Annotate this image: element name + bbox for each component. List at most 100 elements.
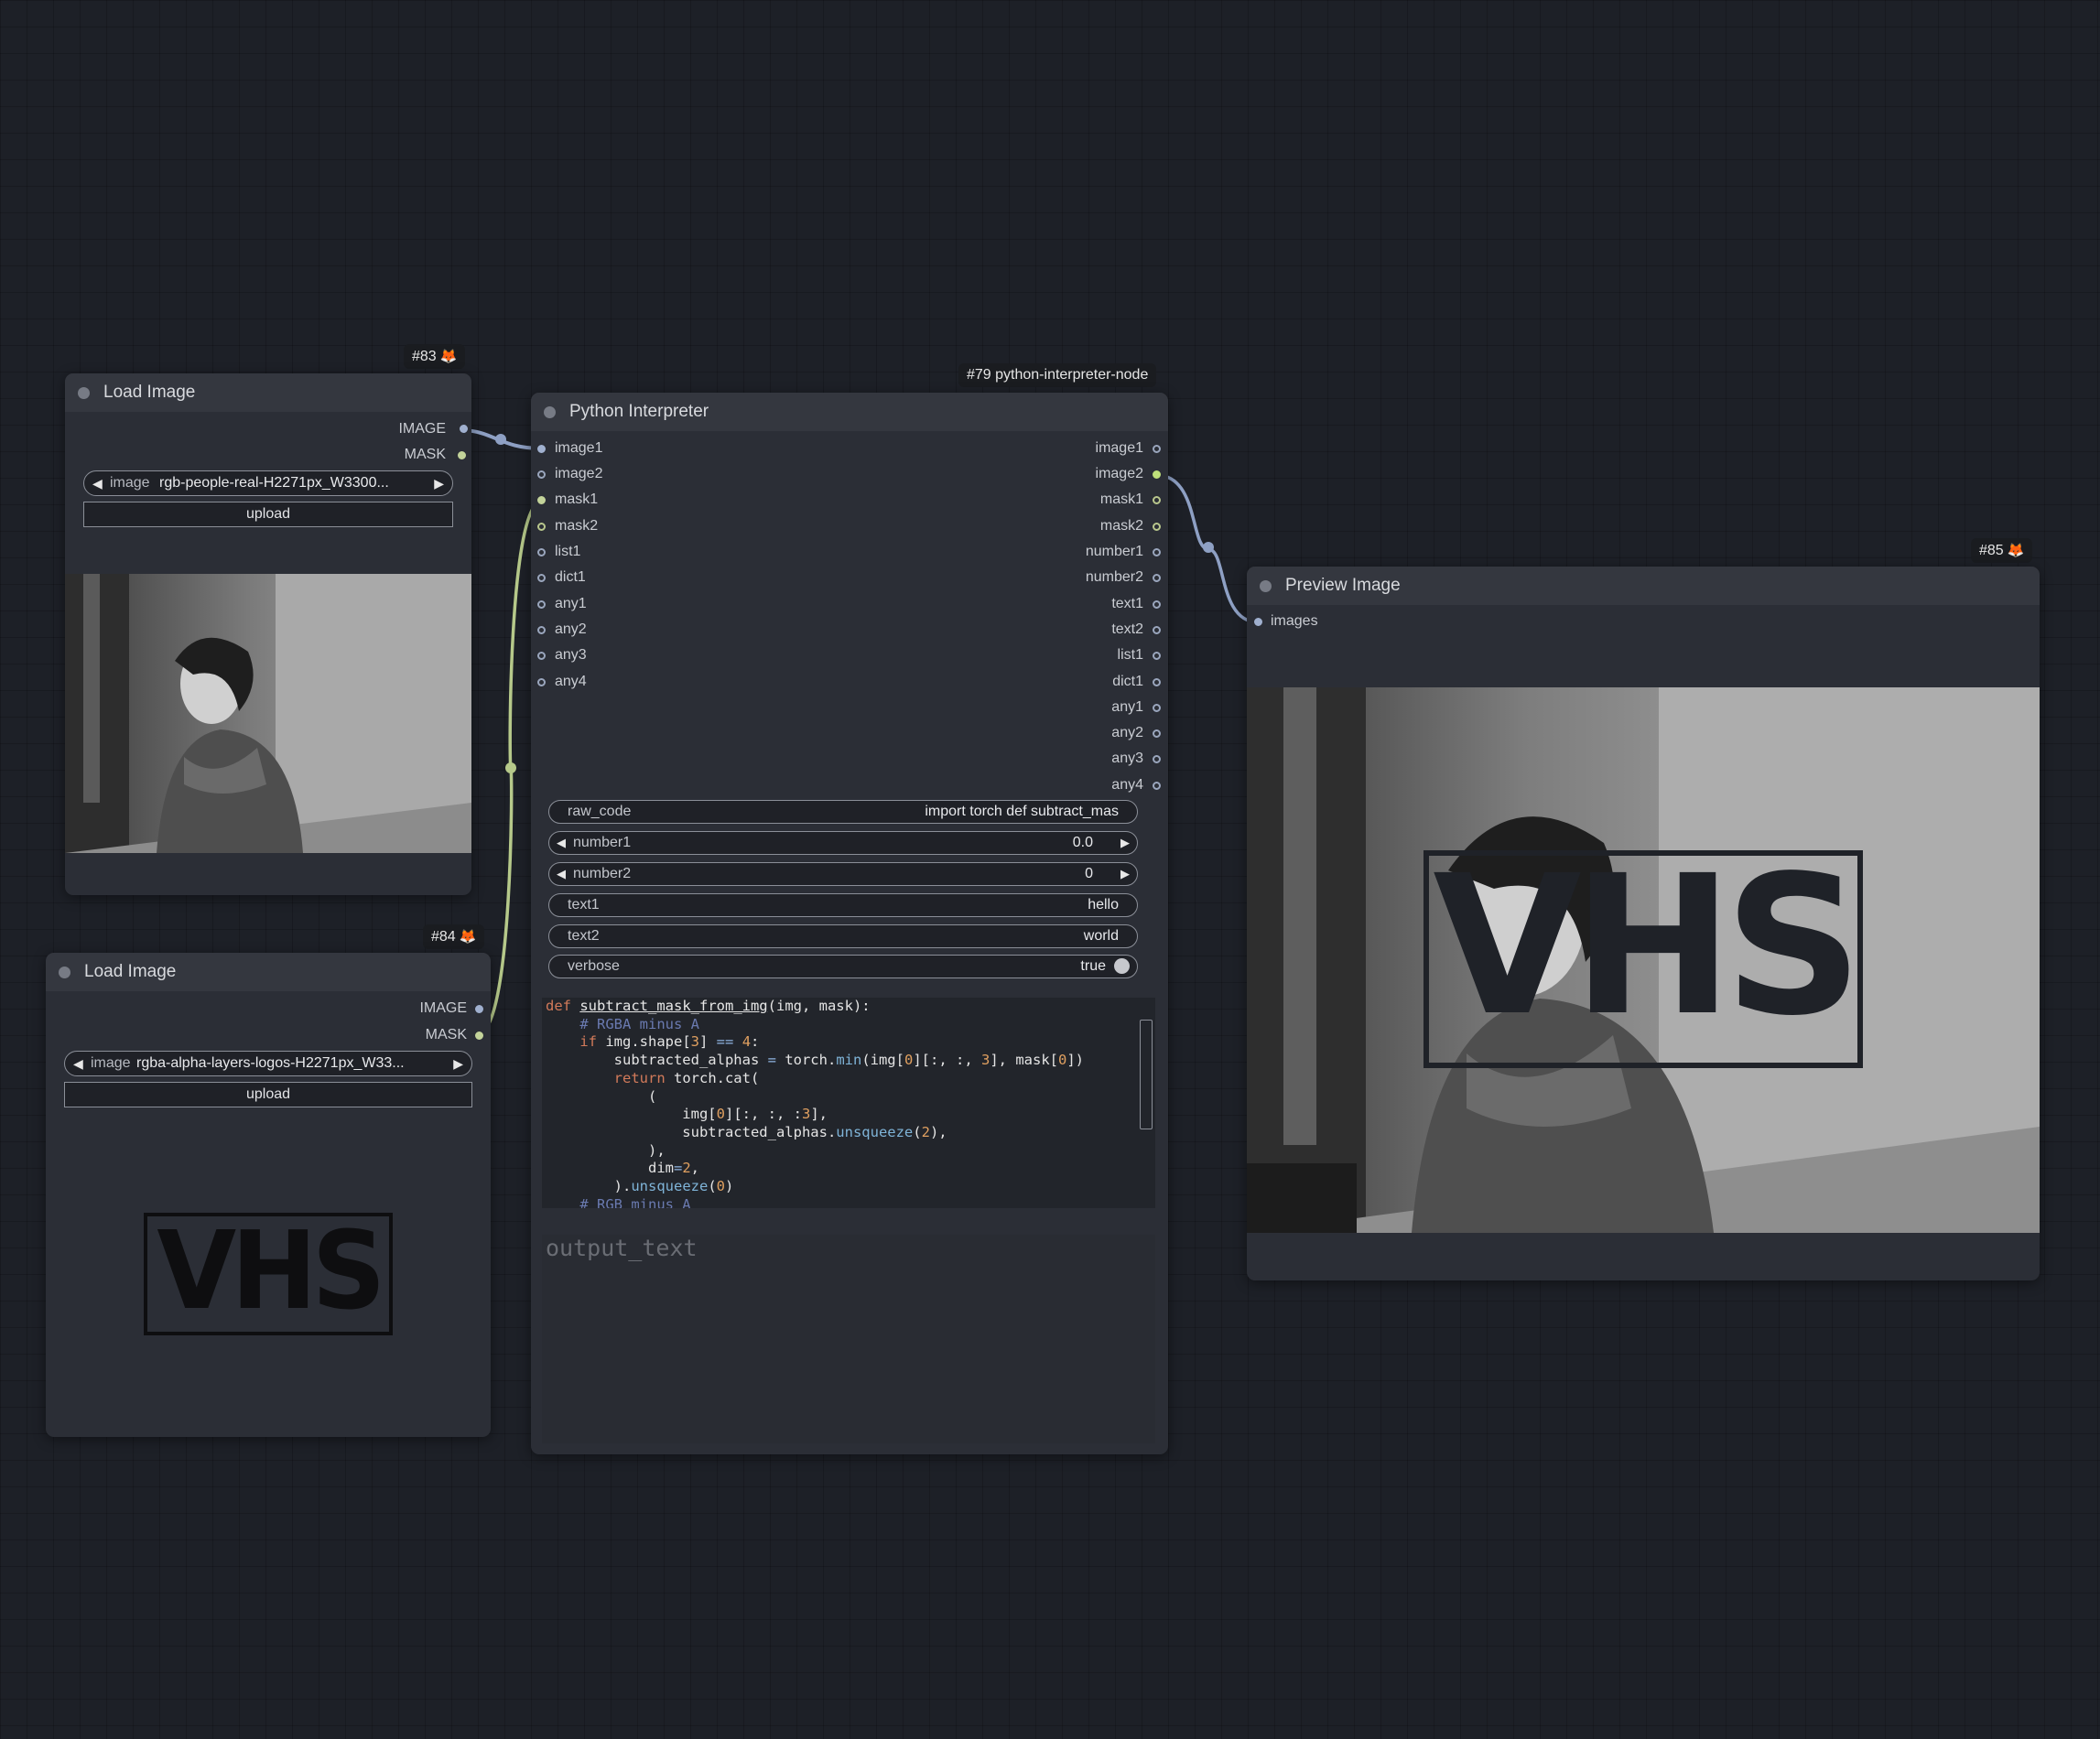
fox-icon: 🦊 [459,929,477,945]
output-label-mask: MASK [404,447,446,462]
output-port-mask[interactable] [475,1032,483,1040]
prev-arrow-icon[interactable]: ◀ [73,1052,83,1075]
node-title: Load Image [84,962,177,981]
combo-label: image [110,475,150,491]
input-port-dict1[interactable] [537,574,546,582]
input-label-any3: any3 [555,647,587,663]
output-label-text2: text2 [1111,621,1143,637]
output-port-image[interactable] [460,425,468,433]
code-line: if img.shape[3] == 4: [579,1033,760,1051]
input-port-mask2[interactable] [537,523,546,531]
code-line: ), [546,1141,666,1159]
output-label-list1: list1 [1117,647,1143,663]
input-label-mask2: mask2 [555,518,599,534]
input-port-mask1[interactable] [537,496,546,504]
output-label-any2: any2 [1111,725,1143,740]
output-port-image[interactable] [475,1005,483,1013]
output-port-number2[interactable] [1153,574,1161,582]
output-label-image: IMAGE [398,421,446,437]
output-label-any3: any3 [1111,751,1143,766]
output-label-text1: text1 [1111,596,1143,611]
code-editor[interactable]: def subtract_mask_from_img(img, mask): #… [542,998,1155,1208]
vhs-logo-overlay: VHS [1433,834,1863,1058]
output-port-list1[interactable] [1153,652,1161,660]
next-arrow-icon[interactable]: ▶ [453,1052,463,1075]
text2-widget[interactable]: text2 world [548,924,1138,948]
python-widgets: raw_code import torch def subtract_mas ◀… [536,800,1154,983]
node-title-bar[interactable]: Preview Image [1247,567,2040,605]
load-image-node-2[interactable]: Load Image IMAGE MASK ◀ image rgba-alpha… [46,953,491,1437]
output-port-image2[interactable] [1153,470,1161,479]
output-label-mask1: mask1 [1099,491,1143,507]
node-id-badge: #79 python-interpreter-node [958,363,1157,387]
output-port-dict1[interactable] [1153,678,1161,686]
verbose-toggle[interactable]: verbose true [548,955,1138,978]
output-label-mask2: mask2 [1099,518,1143,534]
output-label-image1: image1 [1095,440,1143,456]
raw-code-widget[interactable]: raw_code import torch def subtract_mas [548,800,1138,824]
input-port-any4[interactable] [537,678,546,686]
prev-arrow-icon[interactable]: ◀ [92,471,103,495]
node-title-bar[interactable]: Load Image [46,953,491,991]
code-line: ).unsqueeze(0) [546,1178,734,1194]
output-port-mask2[interactable] [1153,523,1161,531]
image-file-select[interactable]: ◀ image rgba-alpha-layers-logos-H2271px_… [64,1051,472,1076]
decrement-arrow-icon[interactable]: ◀ [557,832,566,854]
code-line: subtracted_alphas.unsqueeze(2), [546,1123,947,1140]
vhs-logo-text: VHS [157,1213,385,1334]
collapse-dot-icon[interactable] [78,387,90,399]
load-image-node-1[interactable]: Load Image IMAGE MASK ◀ image rgb-people… [65,373,471,895]
widget-value: true [1080,958,1106,974]
output-port-text2[interactable] [1153,626,1161,634]
input-port-any3[interactable] [537,652,546,660]
output-port-image1[interactable] [1153,445,1161,453]
increment-arrow-icon[interactable]: ▶ [1120,832,1130,854]
widget-label: verbose [568,958,620,974]
input-port-any1[interactable] [537,600,546,609]
output-text-area[interactable]: output_text [542,1235,1155,1443]
input-port-any2[interactable] [537,626,546,634]
input-port-images[interactable] [1254,618,1262,626]
vhs-logo-image: VHS [144,1213,393,1335]
widget-label: text2 [568,928,600,944]
output-port-any4[interactable] [1153,782,1161,790]
increment-arrow-icon[interactable]: ▶ [1120,863,1130,885]
combo-value: rgb-people-real-H2271px_W3300... [159,475,389,491]
code-scrollbar[interactable] [1140,1020,1153,1129]
preview-image-node[interactable]: Preview Image images VHS [1247,567,2040,1280]
output-port-any2[interactable] [1153,729,1161,738]
image-file-select[interactable]: ◀ image rgb-people-real-H2271px_W3300...… [83,470,453,496]
code-line: img[0][:, :, :3], [546,1106,828,1123]
upload-button[interactable]: upload [83,502,453,527]
next-arrow-icon[interactable]: ▶ [434,471,444,495]
number1-widget[interactable]: ◀ number1 0.0 ▶ [548,831,1138,855]
text1-widget[interactable]: text1 hello [548,893,1138,917]
output-label-image: IMAGE [419,1000,467,1016]
decrement-arrow-icon[interactable]: ◀ [557,863,566,885]
output-port-any3[interactable] [1153,755,1161,763]
input-port-image1[interactable] [537,445,546,453]
output-label-any4: any4 [1111,777,1143,793]
collapse-dot-icon[interactable] [59,967,70,978]
node-title-bar[interactable]: Python Interpreter [531,393,1168,431]
input-label-image1: image1 [555,440,603,456]
output-port-mask[interactable] [458,451,466,459]
node-id-badge: #83 🦊 [404,344,466,369]
output-port-number1[interactable] [1153,548,1161,556]
input-port-image2[interactable] [537,470,546,479]
collapse-dot-icon[interactable] [1260,580,1272,592]
collapse-dot-icon[interactable] [544,406,556,418]
code-line: def subtract_mask_from_img(img, mask): [546,998,871,1014]
number2-widget[interactable]: ◀ number2 0 ▶ [548,862,1138,886]
input-port-list1[interactable] [537,548,546,556]
toggle-knob[interactable] [1114,958,1130,974]
input-label-any4: any4 [555,674,587,689]
widget-label: number1 [573,835,632,850]
widget-value: hello [1088,897,1119,913]
output-port-mask1[interactable] [1153,496,1161,504]
output-port-text1[interactable] [1153,600,1161,609]
input-label-dict1: dict1 [555,569,586,585]
upload-button[interactable]: upload [64,1082,472,1107]
node-title-bar[interactable]: Load Image [65,373,471,412]
output-port-any1[interactable] [1153,704,1161,712]
